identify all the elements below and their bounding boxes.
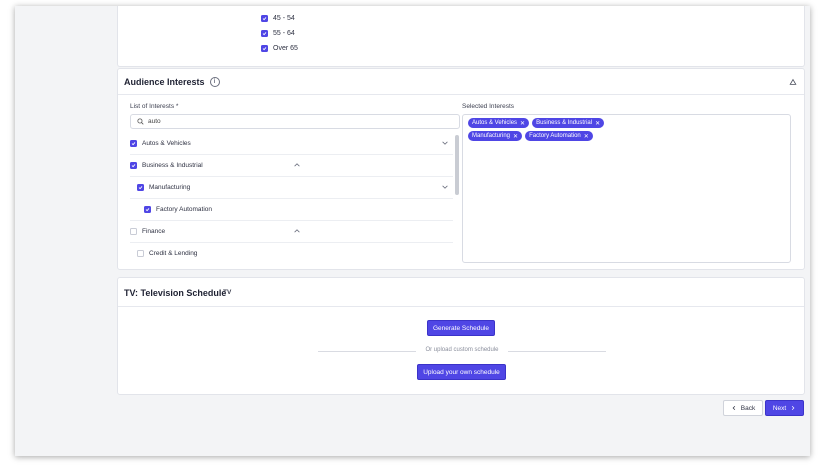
close-icon[interactable]: ✕ [584, 133, 589, 140]
chevron-right-icon [792, 405, 795, 411]
checkbox[interactable] [130, 227, 137, 235]
chip-label: Autos & Vehicles [472, 120, 518, 126]
interest-search-input[interactable]: auto [130, 114, 460, 129]
chip-list: Autos & Vehicles ✕ Business & Industrial ✕… [468, 118, 658, 141]
section-title: TV: Television Schedule [124, 288, 226, 298]
search-icon [137, 118, 144, 125]
chevron-up-icon[interactable] [293, 227, 301, 235]
divider [118, 94, 804, 95]
chip-label: Business & Industrial [536, 120, 593, 126]
list-of-interests-label: List of Interests * [130, 103, 179, 110]
tv-subtitle: TV [223, 289, 232, 296]
chevron-left-icon [732, 405, 735, 411]
interest-chip[interactable]: Autos & Vehicles ✕ [468, 118, 530, 128]
next-label: Next [772, 404, 787, 412]
audience-interests-card: Audience Interests i List of Interests *… [117, 68, 805, 270]
tree-item-label: Autos & Vehicles [142, 139, 191, 147]
search-value: auto [148, 118, 161, 125]
interest-chip[interactable]: Manufacturing ✕ [468, 131, 523, 141]
back-button[interactable]: Back [723, 400, 763, 416]
checkbox[interactable] [261, 45, 268, 52]
age-range-option[interactable]: 55 - 64 [261, 30, 295, 37]
checkbox[interactable] [130, 161, 137, 169]
tree-item-factory-automation[interactable]: Factory Automation [130, 198, 453, 221]
next-button[interactable]: Next [765, 400, 804, 416]
interest-chip[interactable]: Factory Automation ✕ [525, 131, 593, 141]
upload-schedule-button[interactable]: Upload your own schedule [417, 364, 506, 380]
chip-label: Factory Automation [529, 133, 581, 139]
collapse-icon[interactable] [789, 78, 797, 86]
checkbox[interactable] [261, 30, 268, 37]
app-window: 45 - 54 55 - 64 Over 65 Audience Interes… [15, 6, 810, 456]
section-title: Audience Interests i [124, 77, 220, 87]
chevron-up-icon[interactable] [293, 161, 301, 169]
tree-item-manufacturing[interactable]: Manufacturing [130, 176, 453, 199]
checkbox[interactable] [130, 139, 137, 147]
or-upload-text: Or upload custom schedule [416, 347, 508, 353]
tree-item-label: Credit & Lending [149, 249, 198, 257]
checkbox[interactable] [137, 183, 144, 191]
age-range-card: 45 - 54 55 - 64 Over 65 [117, 6, 805, 67]
interest-chip[interactable]: Business & Industrial ✕ [532, 118, 605, 128]
chevron-down-icon[interactable] [441, 139, 449, 147]
generate-schedule-button[interactable]: Generate Schedule [427, 320, 495, 336]
tree-item-credit-lending[interactable]: Credit & Lending [130, 242, 453, 264]
chevron-down-icon[interactable] [441, 183, 449, 191]
tree-item-label: Finance [142, 227, 166, 235]
age-range-option[interactable]: Over 65 [261, 45, 298, 52]
tree-item-business-industrial[interactable]: Business & Industrial [130, 154, 453, 177]
tree-item-label: Business & Industrial [142, 161, 203, 169]
checkbox[interactable] [261, 15, 268, 22]
close-icon[interactable]: ✕ [520, 120, 525, 127]
selected-interests-label: Selected Interests [462, 103, 515, 110]
tree-item-label: Factory Automation [156, 205, 212, 213]
divider [118, 306, 804, 307]
age-range-label: Over 65 [273, 45, 298, 52]
close-icon[interactable]: ✕ [513, 133, 518, 140]
checkbox[interactable] [144, 205, 151, 213]
back-label: Back [740, 404, 756, 412]
age-range-label: 55 - 64 [273, 30, 295, 37]
tv-schedule-card: TV: Television Schedule TV Generate Sche… [117, 277, 805, 395]
selected-interests-box: Autos & Vehicles ✕ Business & Industrial ✕… [462, 114, 791, 263]
tree-item-autos-vehicles[interactable]: Autos & Vehicles [130, 132, 453, 155]
checkbox[interactable] [137, 249, 144, 257]
section-title-text: TV: Television Schedule [124, 288, 227, 298]
tree-item-finance[interactable]: Finance [130, 220, 453, 243]
info-icon[interactable]: i [209, 77, 220, 87]
scrollbar[interactable] [455, 135, 459, 195]
tree-item-label: Manufacturing [149, 183, 191, 191]
section-title-text: Audience Interests [124, 77, 205, 87]
chip-label: Manufacturing [472, 133, 511, 139]
age-range-label: 45 - 54 [273, 15, 295, 22]
close-icon[interactable]: ✕ [595, 120, 600, 127]
age-range-option[interactable]: 45 - 54 [261, 15, 295, 22]
